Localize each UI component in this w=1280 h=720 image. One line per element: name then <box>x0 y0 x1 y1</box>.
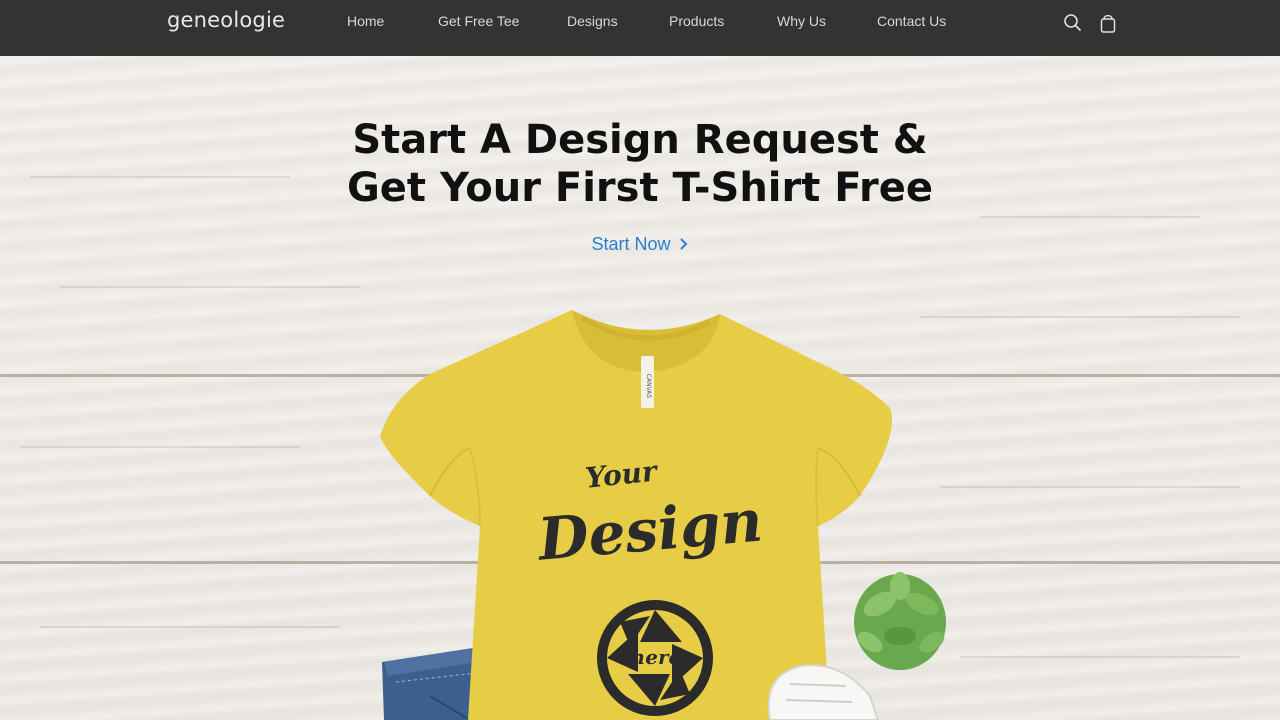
top-navigation-bar: geneologie Home Get Free Tee Designs Pro… <box>0 0 1280 56</box>
start-now-label[interactable]: Start Now <box>591 234 670 254</box>
chevron-right-icon <box>679 234 689 255</box>
white-sneaker <box>767 664 880 720</box>
nav-link-get-free-tee[interactable]: Get Free Tee <box>438 13 519 29</box>
nav-link-designs[interactable]: Designs <box>567 13 618 29</box>
nav-link-contact-us[interactable]: Contact Us <box>877 13 946 29</box>
hero-banner: CANVAS Your Design here Start A Design R… <box>0 56 1280 720</box>
shopping-bag-icon[interactable] <box>1099 12 1119 34</box>
hero-headline-line-1: Start A Design Request & <box>352 117 928 163</box>
hero-headline-line-2: Get Your First T-Shirt Free <box>346 165 934 211</box>
neck-tag-text: CANVAS <box>645 374 652 399</box>
potted-plant <box>854 572 946 670</box>
nav-link-why-us[interactable]: Why Us <box>777 13 826 29</box>
search-icon[interactable] <box>1063 12 1083 34</box>
start-now-link[interactable]: Start Now <box>0 234 1280 255</box>
brand-logo[interactable]: geneologie <box>167 8 285 32</box>
nav-link-home[interactable]: Home <box>347 13 384 29</box>
nav-link-products[interactable]: Products <box>669 13 724 29</box>
shirt-print-here: here <box>631 645 682 669</box>
hero-headline: Start A Design Request & Get Your First … <box>0 116 1280 212</box>
